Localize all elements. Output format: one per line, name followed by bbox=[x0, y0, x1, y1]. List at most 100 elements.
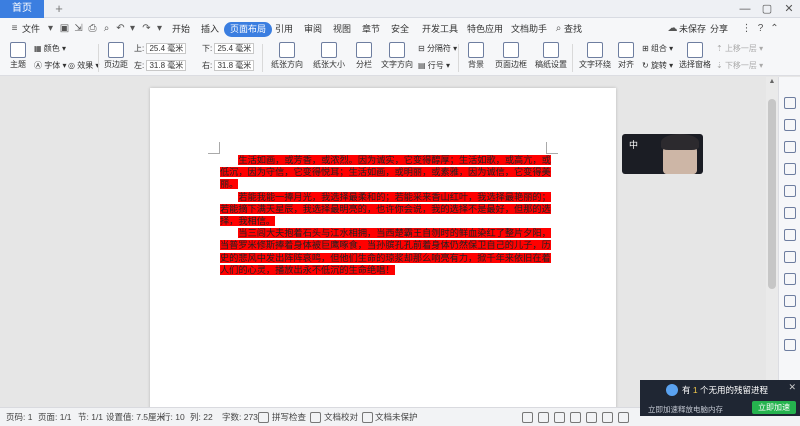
align-button[interactable]: 对齐 bbox=[614, 40, 638, 70]
select-icon[interactable] bbox=[784, 119, 796, 131]
word-count[interactable]: 字数: 273 bbox=[222, 412, 258, 423]
fonts-button[interactable]: Ⓐ 字体 ▾ bbox=[34, 60, 66, 71]
columns-button[interactable]: 分栏 bbox=[352, 40, 376, 70]
shape-icon[interactable] bbox=[784, 163, 796, 175]
view-outline-icon[interactable] bbox=[554, 412, 565, 423]
close-icon[interactable]: ✕ bbox=[778, 0, 800, 18]
share-icon[interactable] bbox=[784, 317, 796, 329]
protection-status[interactable]: 文档未保护 bbox=[375, 412, 418, 423]
chart-icon[interactable] bbox=[784, 229, 796, 241]
person-thumbnail-hair bbox=[661, 134, 699, 150]
page-border-label: 页面边框 bbox=[495, 60, 527, 69]
style-icon[interactable] bbox=[784, 97, 796, 109]
effects-button[interactable]: ◎ 效果 ▾ bbox=[68, 60, 99, 71]
orientation-button[interactable]: 纸张方向 bbox=[268, 40, 306, 70]
help-icon[interactable]: ? bbox=[754, 22, 767, 35]
bottom-margin-input[interactable]: 25.4 毫米 bbox=[214, 43, 255, 55]
scroll-thumb[interactable] bbox=[768, 99, 776, 289]
fullscreen-icon[interactable] bbox=[522, 412, 533, 423]
left-margin-input[interactable]: 31.8 毫米 bbox=[146, 60, 187, 72]
tab-special[interactable]: 特色应用 bbox=[467, 22, 503, 37]
view-web-icon[interactable] bbox=[586, 412, 597, 423]
draft-settings-button[interactable]: 稿纸设置 bbox=[534, 40, 568, 70]
separator-button[interactable]: ⊟ 分隔符 ▾ bbox=[418, 43, 457, 54]
tab-reference[interactable]: 引用 bbox=[275, 22, 293, 37]
margin-corner bbox=[208, 142, 220, 154]
location-icon[interactable] bbox=[784, 141, 796, 153]
undo-dropdown-icon[interactable]: ▾ bbox=[126, 22, 139, 35]
colors-label: 颜色 bbox=[43, 44, 60, 53]
share-button[interactable]: 分享 bbox=[710, 22, 728, 37]
divider bbox=[98, 44, 99, 72]
chevron-up-icon[interactable]: ⌃ bbox=[768, 22, 781, 35]
page-icon[interactable] bbox=[784, 185, 796, 197]
rotate-button[interactable]: ↻ 旋转 ▾ bbox=[642, 60, 673, 71]
document-page[interactable]: 生活如画，或芳香，或浓烈。因为诚实，它变得醇厚；生活如歌，或高亢，或低沉，因为守… bbox=[150, 88, 616, 418]
settings-icon[interactable] bbox=[784, 251, 796, 263]
tab-chapter[interactable]: 章节 bbox=[362, 22, 380, 37]
columns-label: 分栏 bbox=[356, 60, 372, 69]
background-button[interactable]: 背景 bbox=[464, 40, 488, 70]
chevron-down-icon[interactable]: ▾ bbox=[44, 22, 57, 35]
minimize-icon[interactable]: — bbox=[734, 0, 756, 18]
search-button[interactable]: 查找 bbox=[564, 22, 582, 37]
group-label: 组合 bbox=[650, 44, 667, 53]
paragraph: 若能我能一捧月光，我选择最柔和的；若能采来香山红叶，我选择最艳丽的；若能摘下满天… bbox=[220, 191, 552, 228]
vertical-scrollbar[interactable]: ▲ ▼ bbox=[766, 77, 778, 407]
video-overlay[interactable]: 中 bbox=[622, 134, 703, 174]
select-pane-label: 选择窗格 bbox=[679, 60, 711, 69]
text-direction-button[interactable]: 文字方向 bbox=[380, 40, 414, 70]
file-menu[interactable]: 文件 bbox=[22, 22, 40, 37]
spell-check[interactable]: 拼写检查 bbox=[272, 412, 306, 423]
view-write-icon[interactable] bbox=[618, 412, 629, 423]
page-border-button[interactable]: 页面边框 bbox=[494, 40, 528, 70]
left-margin: 左: 31.8 毫米 bbox=[134, 60, 187, 72]
doc-proof[interactable]: 文档校对 bbox=[324, 412, 358, 423]
colors-button[interactable]: ▦ 颜色 ▾ bbox=[34, 43, 66, 54]
tab-view[interactable]: 视图 bbox=[333, 22, 351, 37]
tab-developer[interactable]: 开发工具 bbox=[422, 22, 458, 37]
menu-icon[interactable]: ≡ bbox=[8, 22, 21, 35]
document-body[interactable]: 生活如画，或芳香，或浓烈。因为诚实，它变得醇厚；生活如歌，或高亢，或低沉，因为守… bbox=[220, 154, 552, 276]
more-icon[interactable]: ⋮ bbox=[740, 22, 753, 35]
new-tab-button[interactable]: + bbox=[52, 2, 66, 16]
table-icon[interactable] bbox=[784, 207, 796, 219]
paper-size-button[interactable]: 纸张大小 bbox=[310, 40, 348, 70]
tab-doc-assistant[interactable]: 文档助手 bbox=[511, 22, 547, 37]
margins-button[interactable]: 页边距 bbox=[102, 40, 130, 70]
scroll-up-icon[interactable]: ▲ bbox=[766, 77, 778, 87]
close-icon[interactable]: ✕ bbox=[788, 382, 796, 393]
home-tab[interactable]: 首页 bbox=[0, 0, 44, 18]
tab-start[interactable]: 开始 bbox=[172, 22, 190, 37]
customize-icon[interactable]: ▾ bbox=[153, 22, 166, 35]
speedup-button[interactable]: 立即加速 bbox=[752, 401, 796, 414]
tab-insert[interactable]: 插入 bbox=[201, 22, 219, 37]
tab-review[interactable]: 审阅 bbox=[304, 22, 322, 37]
save-icon[interactable]: ▣ bbox=[58, 22, 71, 35]
redo-icon[interactable]: ↷ bbox=[140, 22, 153, 35]
theme-button[interactable]: 主题 bbox=[6, 40, 30, 70]
bottom-margin: 下: 25.4 毫米 bbox=[202, 43, 255, 55]
bring-forward-button[interactable]: ⇡ 上移一层 ▾ bbox=[716, 43, 763, 54]
text-wrap-button[interactable]: 文字环绕 bbox=[576, 40, 614, 70]
maximize-icon[interactable]: ▢ bbox=[756, 0, 778, 18]
select-pane-button[interactable]: 选择窗格 bbox=[678, 40, 712, 70]
adjust-icon[interactable] bbox=[784, 273, 796, 285]
print-icon[interactable]: ⎙ bbox=[86, 22, 99, 35]
send-backward-button[interactable]: ⇣ 下移一层 ▾ bbox=[716, 60, 763, 71]
setting-value: 设置值: 7.5厘米 bbox=[106, 412, 166, 422]
view-page-icon[interactable] bbox=[570, 412, 581, 423]
view-read-icon[interactable] bbox=[602, 412, 613, 423]
list-icon[interactable] bbox=[784, 295, 796, 307]
preview-icon[interactable]: ⌕ bbox=[100, 22, 113, 35]
eye-protection-icon[interactable] bbox=[538, 412, 549, 423]
right-margin-input[interactable]: 31.8 毫米 bbox=[214, 60, 255, 72]
line-numbers-button[interactable]: ▤ 行号 ▾ bbox=[418, 60, 450, 71]
group-button[interactable]: ⊞ 组合 ▾ bbox=[642, 43, 673, 54]
tool-icon[interactable] bbox=[784, 339, 796, 351]
export-icon[interactable]: ⇲ bbox=[72, 22, 85, 35]
tab-security[interactable]: 安全 bbox=[391, 22, 409, 37]
top-margin-input[interactable]: 25.4 毫米 bbox=[146, 43, 187, 55]
tab-page-layout[interactable]: 页面布局 bbox=[224, 22, 273, 37]
unsaved-status[interactable]: 未保存 bbox=[679, 22, 706, 37]
